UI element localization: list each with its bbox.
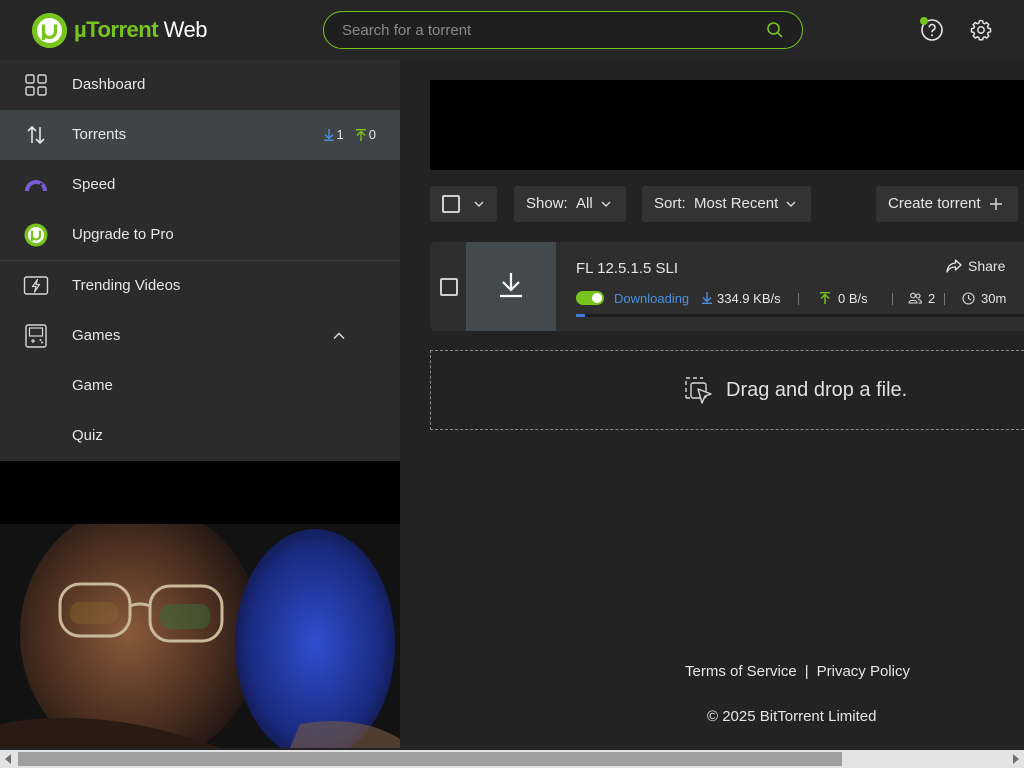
sidebar-item-label: Dashboard xyxy=(72,76,146,93)
sidebar-item-label: Torrents xyxy=(72,126,127,143)
terms-of-service-link[interactable]: Terms of Service xyxy=(685,663,797,680)
torrent-checkbox[interactable] xyxy=(440,278,458,296)
app-logo[interactable]: µTorrent Web xyxy=(32,12,207,48)
copyright-text: © 2025 BitTorrent Limited xyxy=(707,708,877,725)
gear-icon[interactable] xyxy=(969,18,993,42)
download-arrow-icon xyxy=(702,292,712,304)
sidebar-item-label: Speed xyxy=(72,176,116,193)
sidebar-item-speed[interactable]: Speed xyxy=(0,160,400,210)
download-progress-fill xyxy=(576,314,585,317)
upload-arrow-icon xyxy=(355,128,366,141)
sidebar-item-dashboard[interactable]: Dashboard xyxy=(0,60,400,110)
clock-icon xyxy=(962,292,975,305)
sort-label: Sort: Most Recent xyxy=(654,195,779,212)
torrent-row[interactable]: FL 12.5.1.5 SLI Share Downloading 334.9 … xyxy=(430,242,1024,331)
torrent-counts: 1 0 xyxy=(323,127,376,142)
show-filter-dropdown[interactable]: Show: All xyxy=(514,186,626,222)
footer-separator: | xyxy=(804,663,809,680)
download-icon xyxy=(500,273,522,298)
video-header-bar xyxy=(0,461,400,524)
notification-dot xyxy=(920,17,928,25)
video-thumbnail[interactable] xyxy=(0,524,400,748)
upload-count: 0 xyxy=(368,127,376,142)
torrent-type-tile xyxy=(466,242,556,331)
peers-count: 2 xyxy=(908,291,935,306)
stat-separator xyxy=(798,293,799,305)
torrent-stats: Downloading 334.9 KB/s 0 B/s 2 30m xyxy=(576,290,1024,308)
dashboard-icon xyxy=(25,74,47,96)
footer-links: Terms of Service | Privacy Policy xyxy=(685,663,910,680)
create-torrent-label: Create torrent xyxy=(888,195,981,212)
select-all-checkbox[interactable] xyxy=(442,195,460,213)
transfer-arrows-icon xyxy=(27,125,45,145)
sidebar-item-game[interactable]: Game xyxy=(0,361,400,411)
dropzone-text: Drag and drop a file. xyxy=(726,379,908,401)
torrent-name: FL 12.5.1.5 SLI xyxy=(576,260,679,277)
torrent-status: Downloading xyxy=(614,291,690,306)
sidebar-item-label: Quiz xyxy=(72,427,103,444)
chevron-down-icon xyxy=(474,201,484,207)
sidebar: Dashboard Torrents 1 0 Speed Upgrade to … xyxy=(0,60,400,461)
chevron-up-icon[interactable] xyxy=(332,329,346,343)
video-thumbnail-image xyxy=(0,524,400,748)
sort-dropdown[interactable]: Sort: Most Recent xyxy=(642,186,811,222)
upload-speed: 0 B/s xyxy=(820,291,868,306)
gamepad-icon xyxy=(25,324,47,348)
show-filter-label: Show: All xyxy=(526,195,593,212)
torrent-toolbar: Show: All Sort: Most Recent Create torre… xyxy=(430,186,1024,222)
utorrent-logo-icon xyxy=(32,12,67,48)
sidebar-item-label: Game xyxy=(72,377,113,394)
sidebar-item-games[interactable]: Games xyxy=(0,311,400,361)
search-bar xyxy=(323,11,803,49)
share-arrow-icon xyxy=(946,259,962,273)
download-toggle[interactable] xyxy=(576,291,604,305)
scrollbar-thumb[interactable] xyxy=(18,752,842,766)
app-title: µTorrent Web xyxy=(74,17,207,42)
ad-banner xyxy=(430,80,1024,170)
select-all-dropdown[interactable] xyxy=(430,186,497,222)
sidebar-item-quiz[interactable]: Quiz xyxy=(0,411,400,461)
sidebar-item-torrents[interactable]: Torrents 1 0 xyxy=(0,110,400,160)
create-torrent-button[interactable]: Create torrent xyxy=(876,186,1018,222)
share-label: Share xyxy=(968,258,1006,274)
eta: 30m xyxy=(962,291,1006,306)
chevron-down-icon xyxy=(786,201,796,207)
privacy-policy-link[interactable]: Privacy Policy xyxy=(817,663,910,680)
scroll-left-arrow-icon[interactable] xyxy=(5,754,11,764)
sidebar-item-label: Upgrade to Pro xyxy=(72,226,174,243)
sidebar-item-label: Trending Videos xyxy=(72,277,181,294)
scroll-right-arrow-icon[interactable] xyxy=(1013,754,1019,764)
stat-separator xyxy=(892,293,893,305)
download-progress-bar xyxy=(576,314,1024,317)
share-button[interactable]: Share xyxy=(946,258,1005,274)
speedometer-icon xyxy=(25,180,47,192)
plus-icon xyxy=(990,198,1002,210)
sidebar-item-label: Games xyxy=(72,327,121,344)
download-count: 1 xyxy=(336,127,344,142)
search-icon[interactable] xyxy=(766,21,784,39)
drag-drop-cursor-icon xyxy=(685,377,712,404)
search-input[interactable] xyxy=(342,20,742,40)
download-speed: 334.9 KB/s xyxy=(702,291,781,306)
top-bar: µTorrent Web xyxy=(0,0,1024,60)
peers-icon xyxy=(908,292,923,304)
sidebar-item-trending-videos[interactable]: Trending Videos xyxy=(0,261,400,311)
main-content: Show: All Sort: Most Recent Create torre… xyxy=(401,60,1024,750)
download-arrow-icon xyxy=(323,128,334,141)
upload-arrow-icon xyxy=(820,292,830,304)
utorrent-logo-icon xyxy=(24,223,48,247)
chevron-down-icon xyxy=(601,201,611,207)
sidebar-item-upgrade-to-pro[interactable]: Upgrade to Pro xyxy=(0,210,400,260)
stat-separator xyxy=(944,293,945,305)
horizontal-scrollbar[interactable] xyxy=(0,750,1024,768)
file-dropzone[interactable]: Drag and drop a file. xyxy=(430,350,1024,430)
lightning-video-icon xyxy=(23,276,49,295)
